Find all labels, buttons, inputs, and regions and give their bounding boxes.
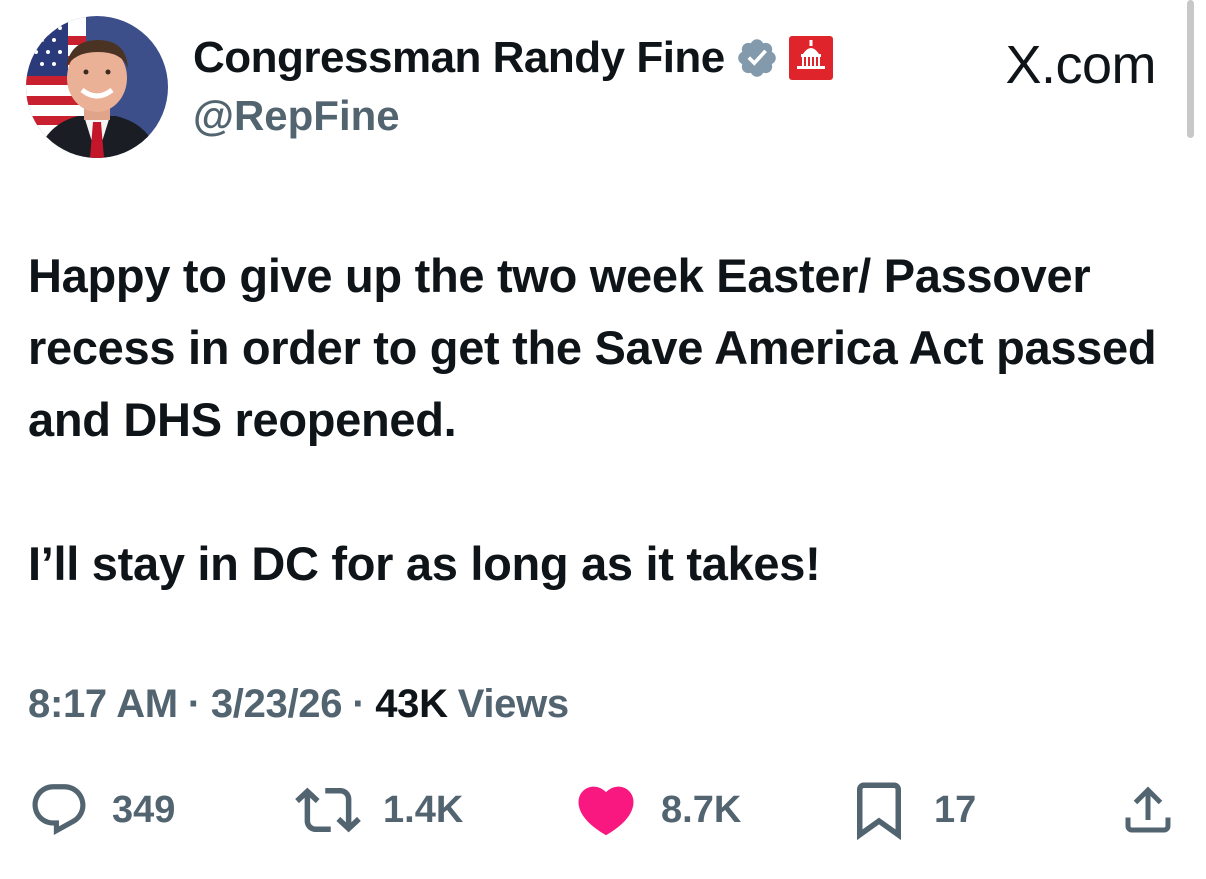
meta-separator: · <box>352 682 366 726</box>
author-display-name[interactable]: Congressman Randy Fine <box>193 33 725 83</box>
avatar[interactable] <box>26 16 168 158</box>
tweet-time[interactable]: 8:17 AM <box>28 682 178 727</box>
share-button[interactable] <box>1118 775 1178 845</box>
like-button[interactable]: 8.7K <box>573 775 741 845</box>
bookmark-icon <box>857 782 901 841</box>
site-label: X.com <box>1005 35 1156 95</box>
tweet-text: Happy to give up the two week Easter/ Pa… <box>28 240 1158 600</box>
bookmark-button[interactable]: 17 <box>846 775 976 845</box>
heart-icon <box>578 786 634 836</box>
like-count: 8.7K <box>661 788 742 831</box>
verified-check-icon[interactable] <box>735 36 779 80</box>
views-label: Views <box>457 682 569 726</box>
repost-count: 1.4K <box>383 788 464 831</box>
scrollbar[interactable] <box>1187 0 1194 138</box>
share-icon <box>1125 786 1171 833</box>
tweet-meta: 8:17 AM · 3/23/26 · 43K Views <box>28 682 569 727</box>
reply-icon <box>32 784 86 836</box>
reply-count: 349 <box>112 788 176 831</box>
tweet-date[interactable]: 3/23/26 <box>211 682 343 727</box>
house-gop-capitol-icon[interactable] <box>788 36 833 80</box>
author-name-row: Congressman Randy Fine <box>193 30 833 86</box>
views-count[interactable]: 43K <box>375 682 448 727</box>
tweet-paragraph: Happy to give up the two week Easter/ Pa… <box>28 249 1157 446</box>
repost-button[interactable]: 1.4K <box>295 775 463 845</box>
bookmark-count: 17 <box>934 788 977 831</box>
tweet-paragraph: I’ll stay in DC for as long as it takes! <box>28 537 821 590</box>
author-handle[interactable]: @RepFine <box>193 92 400 140</box>
action-bar: 349 1.4K 8.7K 17 <box>28 775 1178 845</box>
repost-icon <box>295 787 361 833</box>
meta-separator: · <box>187 682 201 726</box>
reply-button[interactable]: 349 <box>28 775 175 845</box>
